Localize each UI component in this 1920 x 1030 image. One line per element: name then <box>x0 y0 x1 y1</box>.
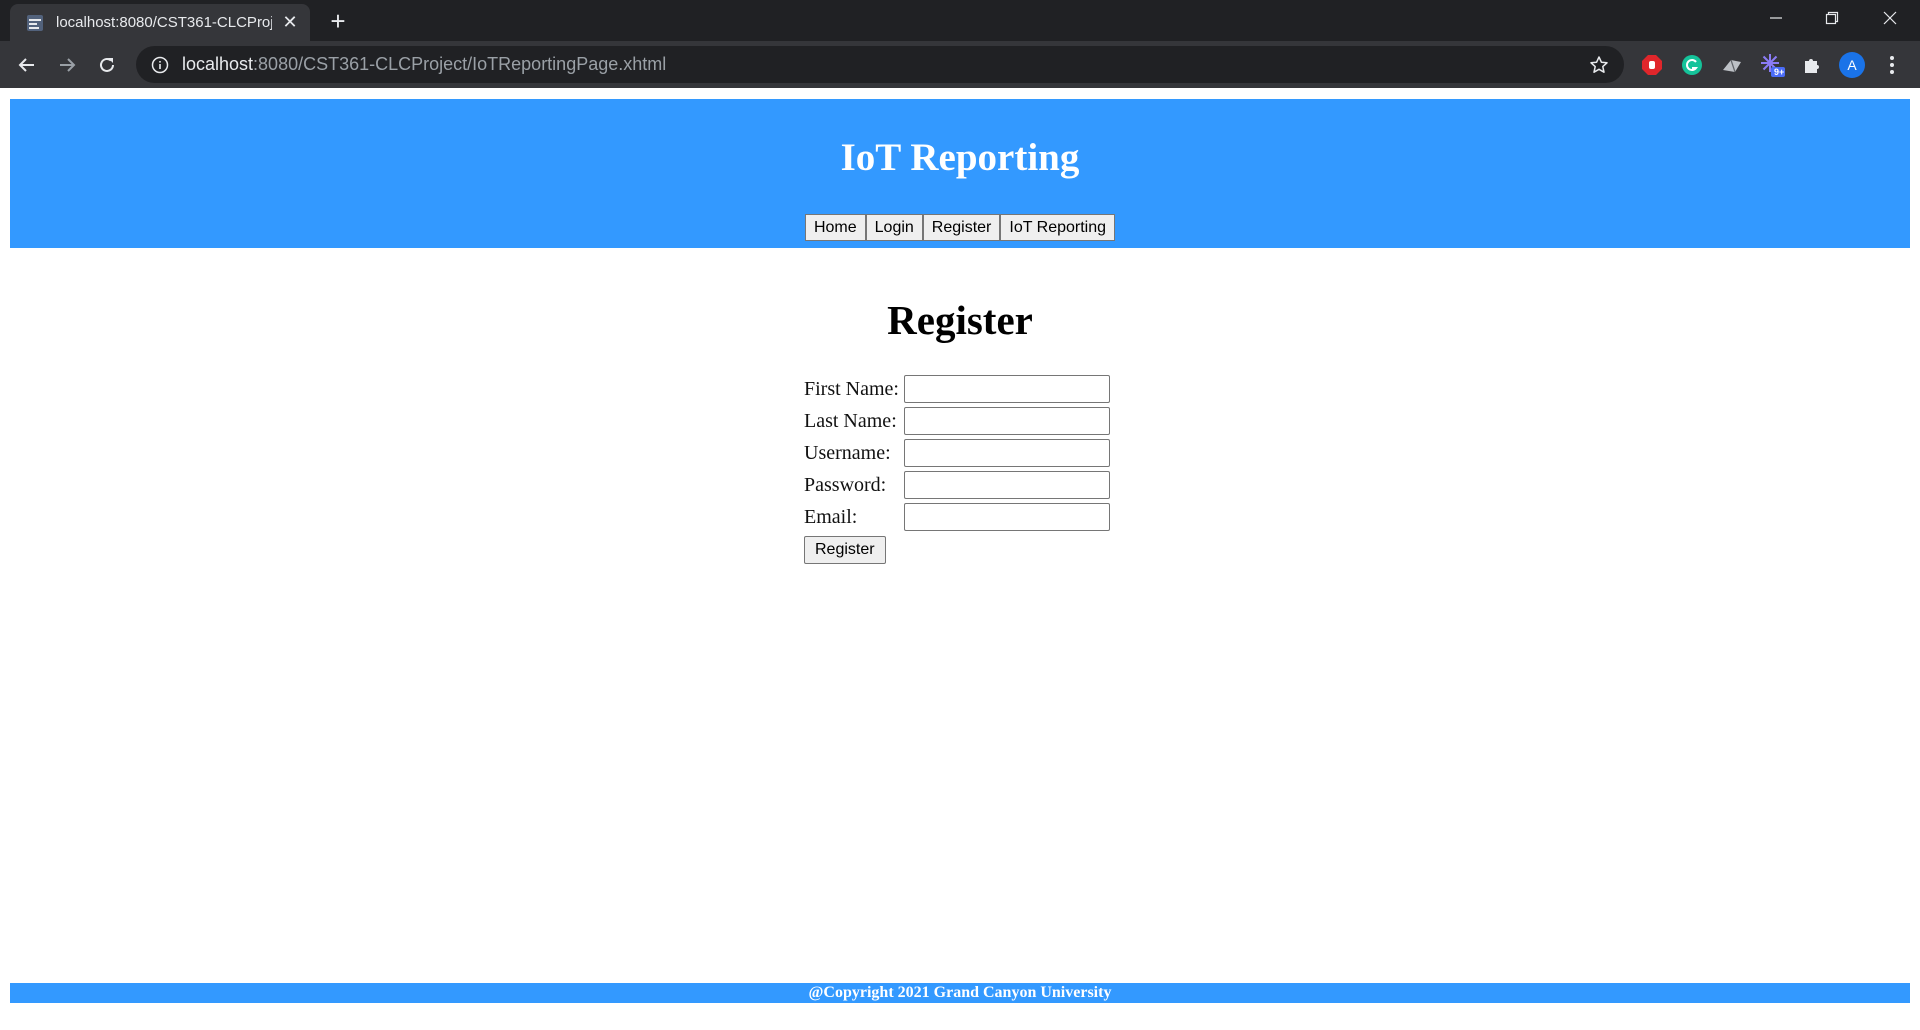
url-path: :8080/CST361-CLCProject/IoTReportingPage… <box>253 54 667 74</box>
username-label: Username: <box>804 441 891 464</box>
site-footer: @Copyright 2021 Grand Canyon University <box>10 983 1910 1003</box>
adblock-extension-icon[interactable] <box>1639 52 1665 78</box>
password-input[interactable] <box>904 471 1110 499</box>
username-input[interactable] <box>904 439 1110 467</box>
page-title: Register <box>887 297 1033 343</box>
profile-avatar: A <box>1839 52 1865 78</box>
site-title: IoT Reporting <box>840 136 1080 179</box>
restore-icon[interactable] <box>1804 0 1860 36</box>
tab-strip: localhost:8080/CST361-CLCProje ✕ + <box>0 0 1920 41</box>
profile-avatar-icon[interactable]: A <box>1839 52 1865 78</box>
extension-badge: 9+ <box>1774 67 1785 77</box>
first-name-input[interactable] <box>904 375 1110 403</box>
form-row-username: Username: <box>804 437 1110 469</box>
register-form: First Name: Last Name: Username: Passwor… <box>804 373 1110 564</box>
nav-home-button[interactable]: Home <box>804 214 866 241</box>
forward-arrow-icon[interactable] <box>52 50 82 80</box>
site-header: IoT Reporting Home Login Register IoT Re… <box>10 99 1910 248</box>
close-window-icon[interactable] <box>1862 0 1918 36</box>
form-row-first-name: First Name: <box>804 373 1110 405</box>
reload-icon[interactable] <box>92 50 122 80</box>
url-host: localhost <box>182 54 254 74</box>
form-row-last-name: Last Name: <box>804 405 1110 437</box>
grammarly-extension-icon[interactable] <box>1679 52 1705 78</box>
first-name-label: First Name: <box>804 377 899 400</box>
new-tab-icon[interactable]: + <box>324 6 352 36</box>
browser-toolbar: localhost:8080/CST361-CLCProject/IoTRepo… <box>0 41 1920 88</box>
browser-tab[interactable]: localhost:8080/CST361-CLCProje ✕ <box>10 4 310 41</box>
tab-title: localhost:8080/CST361-CLCProje <box>56 14 272 31</box>
nav-iot-reporting-button[interactable]: IoT Reporting <box>1000 214 1116 241</box>
close-tab-icon[interactable]: ✕ <box>280 12 300 33</box>
form-row-password: Password: <box>804 469 1110 501</box>
address-bar[interactable]: localhost:8080/CST361-CLCProject/IoTRepo… <box>136 46 1624 83</box>
nav-register-button[interactable]: Register <box>922 214 1001 241</box>
register-submit-button[interactable]: Register <box>804 536 886 564</box>
bookmark-star-icon[interactable] <box>1588 54 1610 76</box>
last-name-input[interactable] <box>904 407 1110 435</box>
extensions-puzzle-icon[interactable] <box>1799 52 1825 78</box>
back-arrow-icon[interactable] <box>12 50 42 80</box>
form-row-email: Email: <box>804 501 1110 533</box>
main-nav: Home Login Register IoT Reporting <box>10 214 1910 241</box>
page-favicon-icon <box>26 14 44 32</box>
password-label: Password: <box>804 473 887 496</box>
minimize-icon[interactable] <box>1748 0 1804 36</box>
site-info-icon[interactable] <box>150 55 170 75</box>
clipper-extension-icon[interactable] <box>1719 52 1745 78</box>
last-name-label: Last Name: <box>804 409 897 432</box>
email-label: Email: <box>804 505 858 528</box>
email-input[interactable] <box>904 503 1110 531</box>
kebab-menu-icon[interactable] <box>1879 52 1905 78</box>
nav-login-button[interactable]: Login <box>865 214 923 241</box>
notifications-extension-icon[interactable]: 9+ <box>1759 52 1785 78</box>
